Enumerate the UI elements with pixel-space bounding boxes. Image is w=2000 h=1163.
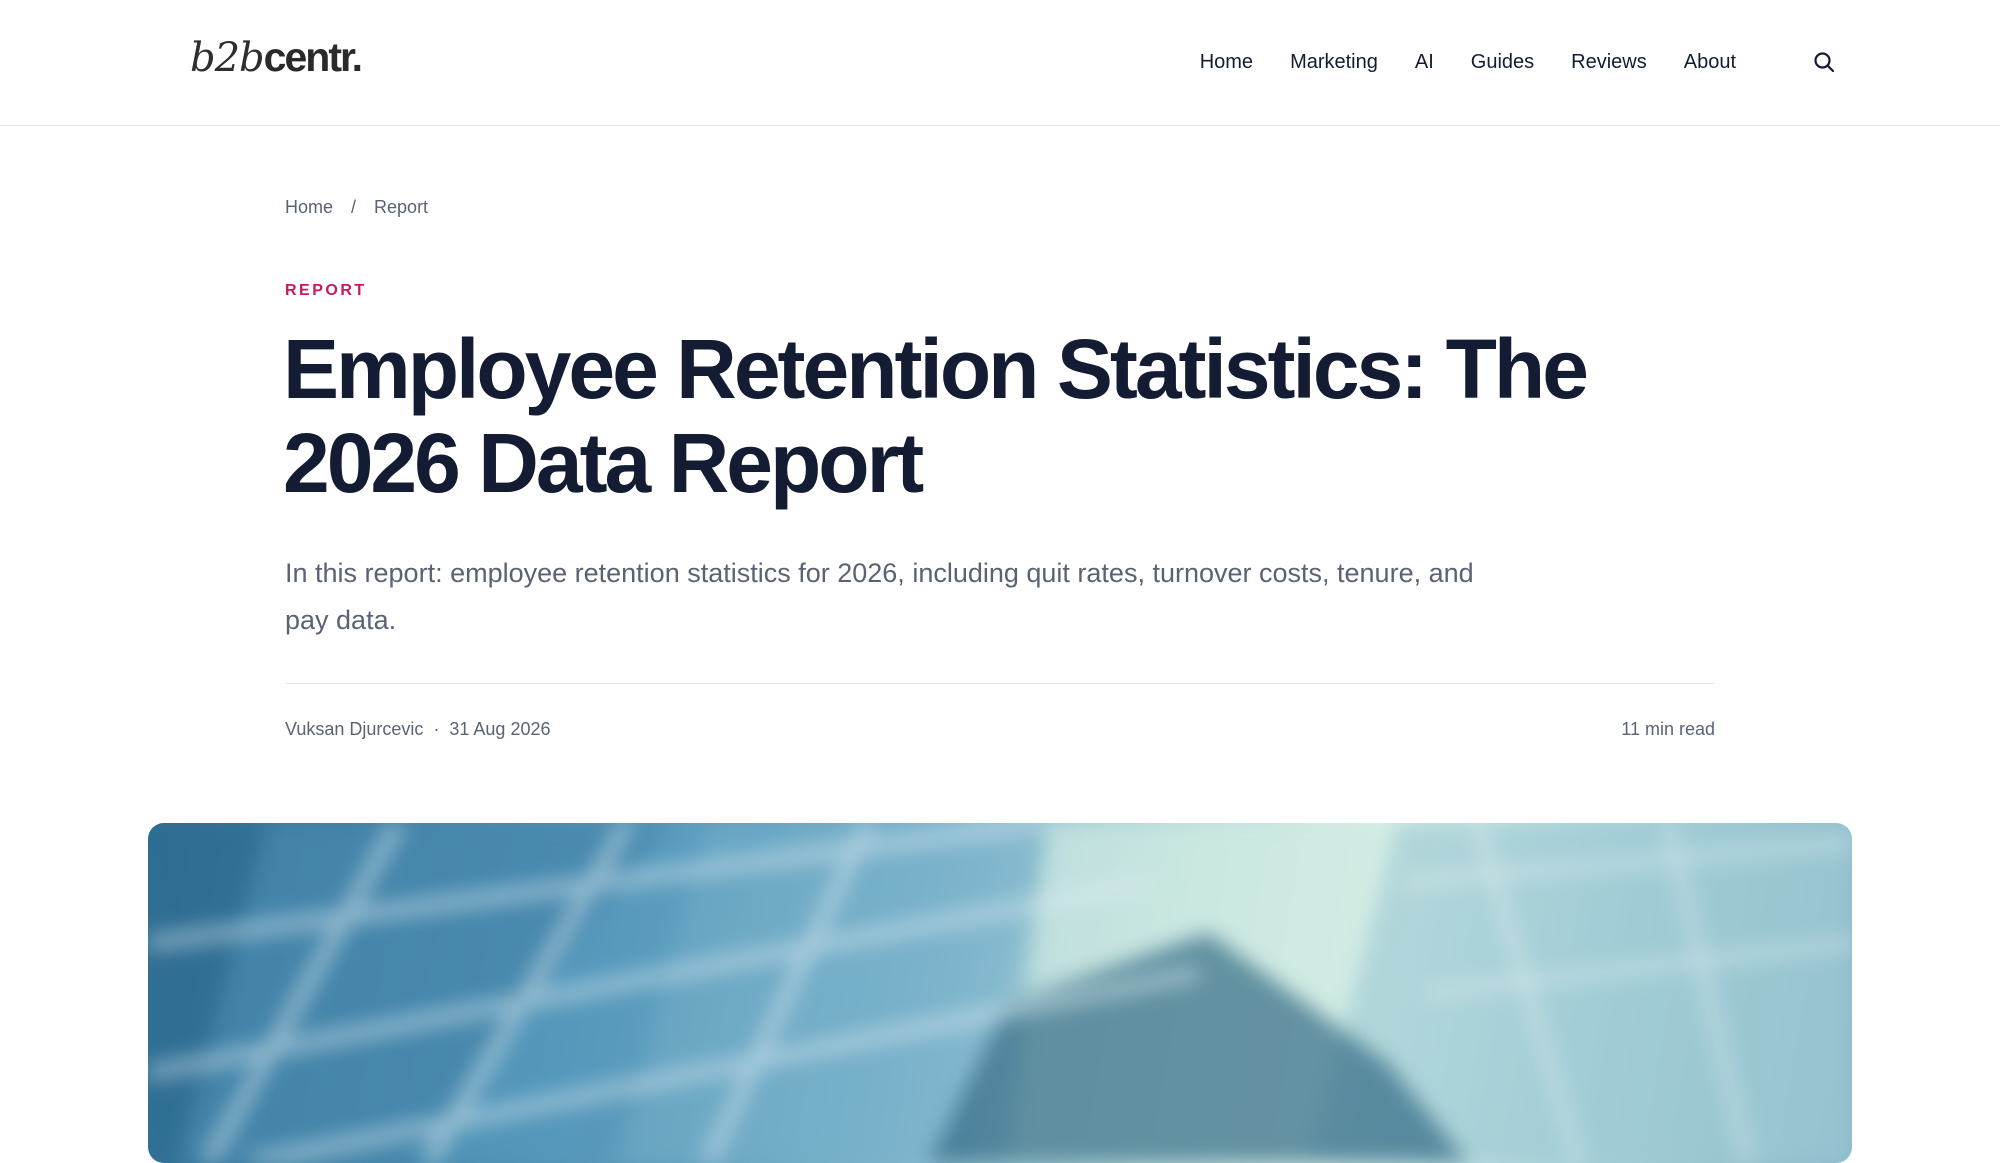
nav-ai[interactable]: AI [1415, 51, 1434, 74]
hero-image-graphic [148, 823, 1852, 1163]
logo-text-b2b: b2b [190, 35, 265, 81]
author-name[interactable]: Vuksan Djurcevic [285, 719, 423, 740]
site-logo[interactable]: b2b centr. [190, 34, 363, 90]
nav-home[interactable]: Home [1200, 51, 1253, 74]
breadcrumb-separator: / [351, 197, 357, 217]
article-title: Employee Retention Statistics: The 2026 … [283, 322, 1589, 510]
search-icon [1814, 52, 1835, 73]
nav-reviews[interactable]: Reviews [1571, 51, 1647, 74]
breadcrumb-home[interactable]: Home [285, 197, 333, 218]
hero-image [148, 823, 1852, 1163]
breadcrumb-report[interactable]: Report [374, 197, 428, 218]
read-time: 11 min read [1621, 719, 1715, 739]
logo-text-centr: centr. [263, 34, 363, 80]
divider [285, 683, 1715, 684]
publish-date: 31 Aug 2026 [449, 719, 551, 739]
nav-marketing[interactable]: Marketing [1290, 51, 1378, 74]
byline: Vuksan Djurcevic · 31 Aug 2026 [285, 719, 551, 740]
breadcrumb: Home / Report [285, 197, 428, 218]
byline-separator: · [433, 719, 440, 739]
article-summary: In this report: employee retention stati… [285, 558, 1474, 635]
main-nav: Home Marketing AI Guides Reviews About [1200, 42, 1736, 82]
search-button[interactable] [1806, 44, 1842, 80]
site-header: b2b centr. Home Marketing AI Guides Revi… [0, 0, 2000, 126]
nav-guides[interactable]: Guides [1471, 51, 1534, 74]
nav-about[interactable]: About [1684, 51, 1736, 74]
category-label[interactable]: REPORT [285, 282, 367, 300]
